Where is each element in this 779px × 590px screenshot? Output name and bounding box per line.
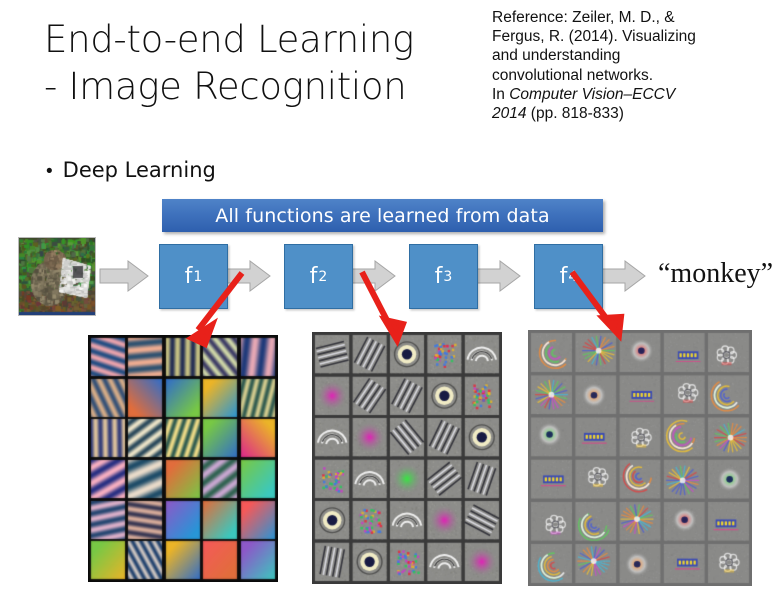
- red-arrow-head-3: [596, 313, 625, 342]
- red-annotation-arrows: [185, 270, 625, 349]
- red-arrow-head-2: [378, 315, 408, 347]
- red-arrow-line-1: [195, 271, 245, 332]
- slide-canvas: End-to-end Learning - Image Recognition …: [0, 0, 779, 590]
